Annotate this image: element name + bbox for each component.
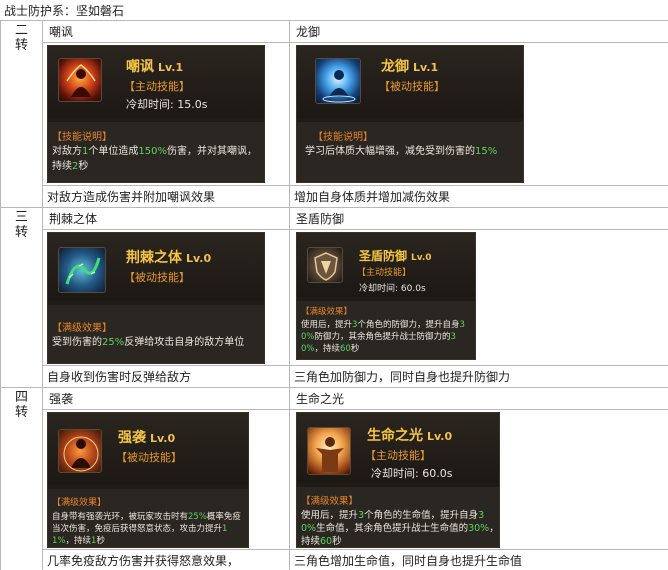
skill-card-cell: 荆棘之体 Lv.0 【被动技能】 【满级效果】 受到伤害的25%反弹给攻击自身的敌… [42, 229, 290, 366]
tier-label: 三转 [0, 207, 43, 388]
skill-summary: 几率免疫敌方伤害并获得怒意效果， [42, 549, 290, 570]
skill-card: 龙御 Lv.1 【被动技能】 【技能说明】 学习后体质大幅增强，减免受到伤害的15… [296, 45, 524, 183]
skill-summary: 三角色加防御力，同时自身也提升防御力 [289, 365, 668, 388]
skill-card-cell: 强袭 Lv.0 【被动技能】 【满级效果】 自身带有强袭光环，被玩家攻击时有25%… [42, 409, 290, 550]
tier-4-desc-row: 几率免疫敌方伤害并获得怒意效果， 三角色增加生命值，同时自身也提升生命值 [1, 549, 668, 570]
skill-card: 生命之光 Lv.0 【主动技能】 冷却时间: 60.0s 【满级效果】 使用后，提… [296, 412, 500, 548]
skill-card-cell: 嘲讽 Lv.1 【主动技能】 冷却时间: 15.0s 【技能说明】 对敌方1个单位… [42, 42, 290, 186]
tier-3-desc-row: 自身收到伤害时反弹给敌方 三角色加防御力，同时自身也提升防御力 [1, 365, 668, 388]
tier-4-name-row: 四转 强袭 生命之光 [0, 387, 668, 570]
skill-card-cell: 圣盾防御 Lv.0 【主动技能】 冷却时间: 60.0s 【满级效果】 使用后，提… [289, 229, 668, 366]
skill-card: 荆棘之体 Lv.0 【被动技能】 【满级效果】 受到伤害的25%反弹给攻击自身的敌… [47, 232, 265, 364]
skill-summary: 增加自身体质并增加减伤效果 [289, 185, 668, 208]
page-title: 战士防护系：坚如磐石 [4, 4, 125, 18]
thorn-serpent-icon [58, 247, 106, 293]
skill-card-cell: 龙御 Lv.1 【被动技能】 【技能说明】 学习后体质大幅增强，减免受到伤害的15… [289, 42, 668, 186]
skill-summary: 自身收到伤害时反弹给敌方 [42, 365, 290, 388]
tier-3-name-row: 三转 荆棘之体 圣盾防御 [0, 207, 668, 388]
skill-card: 嘲讽 Lv.1 【主动技能】 冷却时间: 15.0s 【技能说明】 对敌方1个单位… [47, 45, 265, 183]
skill-name-cell: 嘲讽 [42, 20, 290, 43]
skill-name-cell: 强袭 [42, 387, 290, 410]
tier-2-desc-row: 对敌方造成伤害并附加嘲讽效果 增加自身体质并增加减伤效果 [1, 185, 668, 208]
tier-3-card-row: 荆棘之体 Lv.0 【被动技能】 【满级效果】 受到伤害的25%反弹给攻击自身的敌… [1, 229, 668, 366]
dragon-guard-icon [315, 58, 361, 104]
taunt-fire-icon [58, 58, 102, 102]
life-light-icon [307, 427, 351, 475]
tier-2-card-row: 嘲讽 Lv.1 【主动技能】 冷却时间: 15.0s 【技能说明】 对敌方1个单位… [1, 42, 668, 186]
tier-label: 四转 [0, 387, 43, 570]
skill-summary: 对敌方造成伤害并附加嘲讽效果 [42, 185, 290, 208]
tier-2-name-row: 二转 嘲讽 龙御 [0, 20, 668, 208]
skill-name-cell: 龙御 [289, 20, 668, 43]
holy-shield-icon [307, 247, 343, 283]
skill-card: 强袭 Lv.0 【被动技能】 【满级效果】 自身带有强袭光环，被玩家攻击时有25%… [47, 412, 249, 548]
tier-4-card-row: 强袭 Lv.0 【被动技能】 【满级效果】 自身带有强袭光环，被玩家攻击时有25%… [1, 409, 668, 550]
skill-table: 二转 嘲讽 龙御 嘲讽 Lv.1 【主动技能】 冷却时间: 15.0s 【技能说明… [0, 20, 668, 570]
tier-label: 二转 [0, 20, 43, 208]
skill-name-cell: 荆棘之体 [42, 207, 290, 230]
skill-summary: 三角色增加生命值，同时自身也提升生命值 [289, 549, 668, 570]
skill-name-cell: 圣盾防御 [289, 207, 668, 230]
skill-card-cell: 生命之光 Lv.0 【主动技能】 冷却时间: 60.0s 【满级效果】 使用后，提… [289, 409, 668, 550]
assault-aura-icon [58, 429, 102, 473]
skill-card: 圣盾防御 Lv.0 【主动技能】 冷却时间: 60.0s 【满级效果】 使用后，提… [296, 232, 476, 360]
skill-name-cell: 生命之光 [289, 387, 668, 410]
